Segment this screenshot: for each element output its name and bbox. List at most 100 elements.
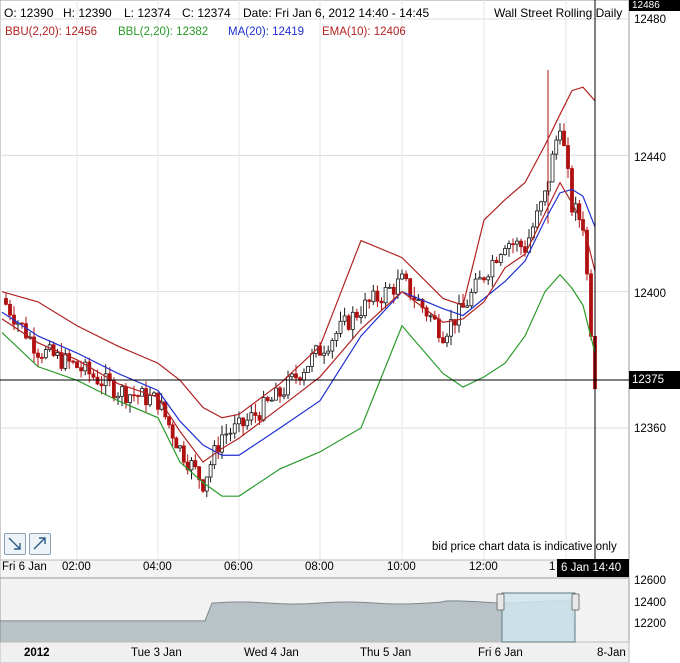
candle-body xyxy=(290,373,294,378)
candle-body xyxy=(550,153,555,183)
candle-body xyxy=(465,305,470,308)
navigator-day-label: Tue 3 Jan xyxy=(131,647,182,659)
candle-body xyxy=(326,350,331,354)
candle-body xyxy=(330,340,335,352)
candle-body xyxy=(507,243,511,249)
candle-body xyxy=(375,290,380,302)
bbl-legend: BBL(2,20): 12382 xyxy=(118,26,209,38)
candle-body xyxy=(59,352,64,369)
candle-body xyxy=(490,259,495,278)
candle-body xyxy=(20,322,24,325)
disclaimer-text: bid price chart data is indicative only xyxy=(432,541,617,553)
candle-body xyxy=(170,424,175,439)
navigator-day-label: Fri 6 Jan xyxy=(478,647,523,659)
navigator-window xyxy=(501,592,576,643)
candle-body xyxy=(71,360,75,363)
candle-body xyxy=(558,130,562,141)
candle-body xyxy=(494,259,499,263)
candle-body xyxy=(265,397,270,401)
candle-body xyxy=(245,419,250,427)
navigator-y-label: 12600 xyxy=(634,575,666,587)
candle-body xyxy=(232,423,237,434)
candle-body xyxy=(515,240,519,245)
ema-legend: EMA(10): 12406 xyxy=(322,26,406,38)
time-label: 04:00 xyxy=(143,561,172,573)
candle-body xyxy=(436,318,441,339)
candle-body xyxy=(224,433,229,436)
candle-body xyxy=(535,210,539,228)
candle-body xyxy=(294,373,298,379)
navigator-y-label: 12400 xyxy=(634,597,666,609)
candle-body xyxy=(136,395,140,397)
price-label-12440: 12440 xyxy=(634,152,666,164)
navigator-day-label: 8-Jan xyxy=(597,647,626,659)
zoom-in-button[interactable] xyxy=(29,533,51,555)
candle-body xyxy=(95,376,100,385)
candle-body xyxy=(144,388,148,406)
price-label-12360: 12360 xyxy=(634,423,666,435)
price-top-tag: 12486 xyxy=(629,0,680,11)
price-label-12480: 12480 xyxy=(634,14,666,26)
candle-body xyxy=(241,417,246,427)
candle-body xyxy=(400,273,404,280)
candle-body xyxy=(428,315,433,318)
candle-body xyxy=(124,386,128,404)
chart-stage: O: 12390 H: 12390 L: 12374 C: 12374 Date… xyxy=(0,0,680,663)
candle-body xyxy=(75,361,79,369)
price-label-12400: 12400 xyxy=(634,288,666,300)
candle-body xyxy=(128,394,132,404)
candle-body xyxy=(91,373,96,378)
candle-body xyxy=(371,290,376,302)
candle-body xyxy=(40,356,44,359)
candle-body xyxy=(181,445,186,463)
navigator-handle-right xyxy=(571,593,580,611)
candle-body xyxy=(112,380,116,399)
candle-body xyxy=(383,286,388,304)
candle-body xyxy=(539,201,543,212)
instrument-title: Wall Street Rolling Daily xyxy=(494,6,623,20)
candle-body xyxy=(416,299,421,301)
candle-body xyxy=(63,353,68,369)
candle-body xyxy=(278,387,282,397)
time-label: 06:00 xyxy=(224,561,253,573)
candle-body xyxy=(354,311,359,318)
candle-body xyxy=(350,311,355,330)
candle-body xyxy=(8,303,12,316)
candle-body xyxy=(257,415,262,421)
candle-body xyxy=(148,395,152,406)
candle-body xyxy=(589,273,593,337)
arrow-down-right-icon xyxy=(8,537,21,550)
low-value: L: 12374 xyxy=(124,6,171,20)
candle-body xyxy=(253,412,258,416)
candle-body xyxy=(445,335,449,344)
time-label: 10:00 xyxy=(387,561,416,573)
candle-body xyxy=(486,276,491,281)
candle-body xyxy=(441,337,445,344)
candle-body xyxy=(566,145,570,169)
close-value: C: 12374 xyxy=(182,6,231,20)
candle-body xyxy=(342,315,347,322)
candle-body xyxy=(269,399,274,402)
time-label: 1 xyxy=(549,561,556,573)
candle-body xyxy=(261,397,266,421)
candle-body xyxy=(167,416,171,426)
candle-body xyxy=(132,394,136,397)
candle-body xyxy=(395,278,400,295)
candle-body xyxy=(174,437,179,449)
candle-body xyxy=(286,376,290,396)
candle-body xyxy=(391,286,396,295)
candle-body xyxy=(116,395,120,399)
candle-body xyxy=(55,352,60,356)
candle-body xyxy=(156,392,160,410)
time-label: 02:00 xyxy=(62,561,91,573)
candle-body xyxy=(511,243,515,246)
date-range: Date: Fri Jan 6, 2012 14:40 - 14:45 xyxy=(243,6,430,20)
candle-body xyxy=(334,333,339,341)
arrow-up-right-icon xyxy=(33,537,46,550)
zoom-out-button[interactable] xyxy=(4,533,26,555)
candle-body xyxy=(554,139,559,155)
candle-body xyxy=(36,352,40,358)
bbu-legend: BBU(2,20): 12456 xyxy=(5,26,98,38)
candle-body xyxy=(189,460,194,471)
candle-body xyxy=(404,273,409,280)
